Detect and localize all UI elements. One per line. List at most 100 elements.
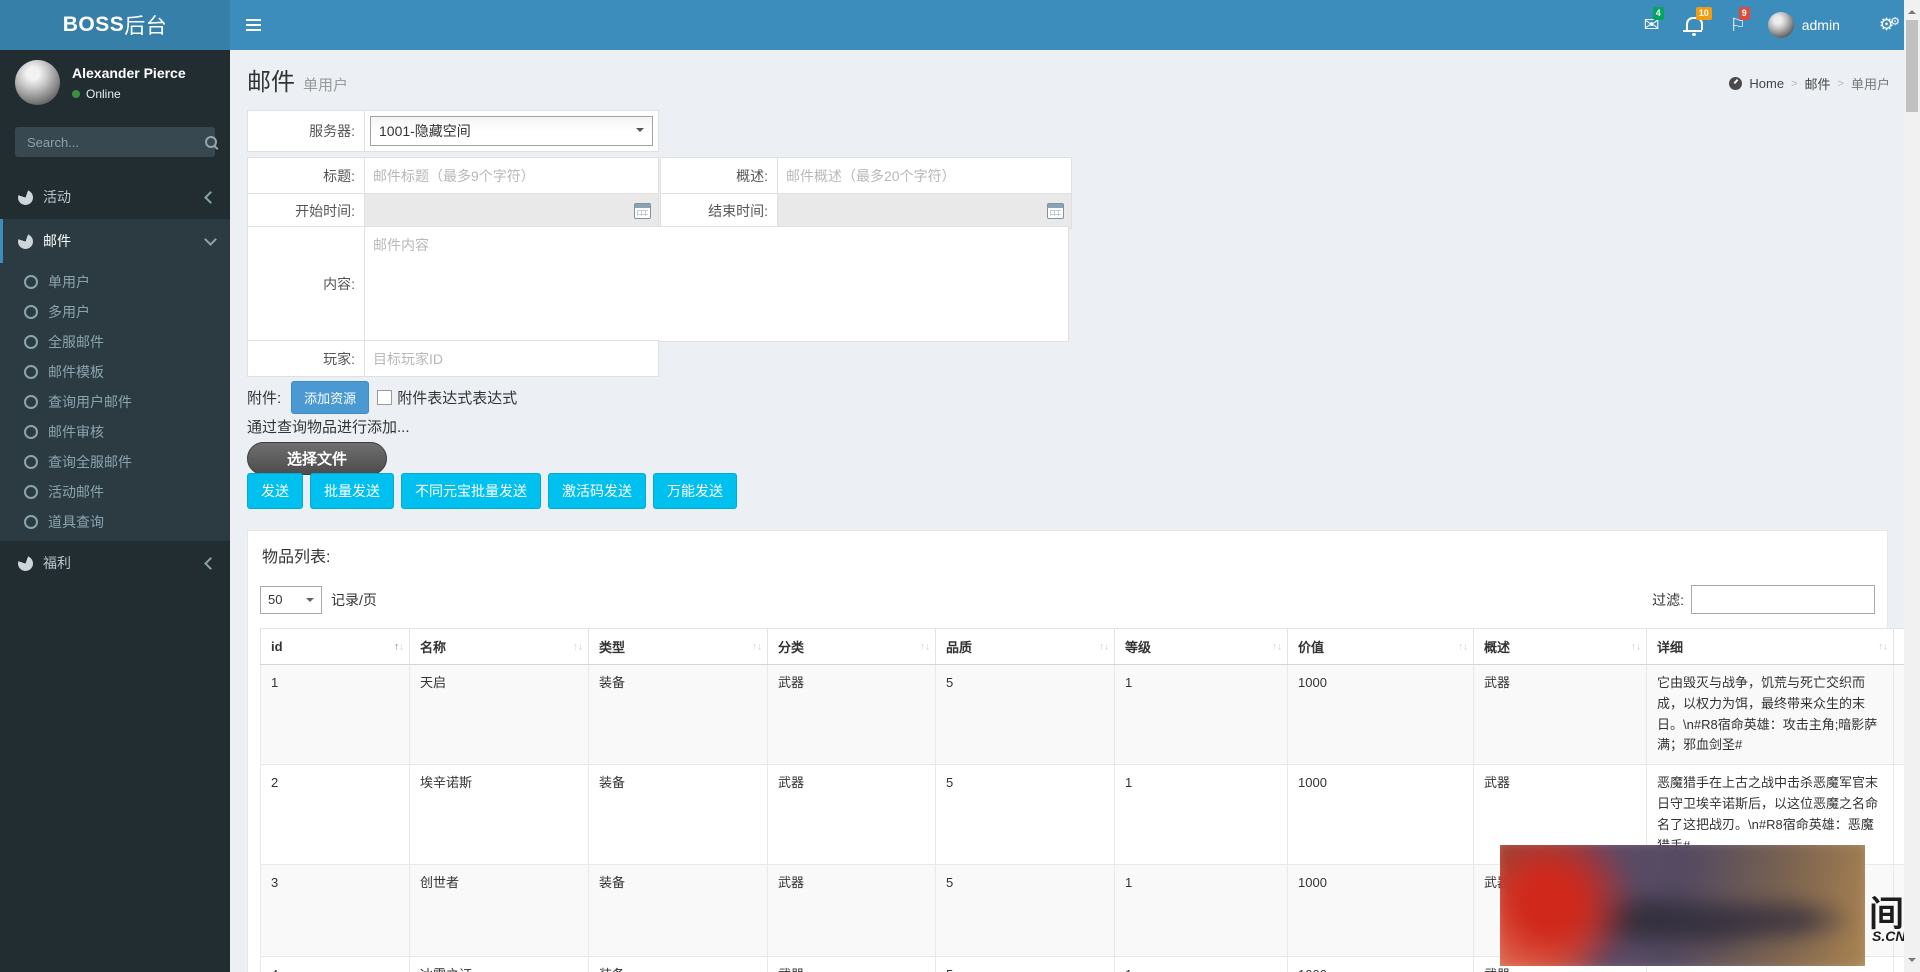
sidebar-search-input[interactable] [25, 134, 205, 151]
watermark-image [1500, 845, 1865, 966]
end-time-input[interactable] [778, 194, 1071, 228]
sort-icon: ↑↓ [394, 641, 404, 652]
filter-input[interactable] [1691, 585, 1875, 614]
pie-chart-icon [18, 234, 33, 249]
mail-summary-input[interactable] [778, 158, 1071, 193]
sort-icon: ↑↓ [573, 641, 583, 652]
notifications-badge: 10 [1696, 7, 1712, 20]
app-window: BOSS后台 ✉ 4 10 ⚐ 9 admin ⚙⚙ [0, 0, 1920, 972]
settings-button[interactable]: ⚙⚙ [1879, 15, 1896, 35]
messages-menu[interactable]: ✉ 4 [1639, 0, 1665, 50]
column-header[interactable]: 名称 ↑↓ [410, 629, 589, 665]
tasks-menu[interactable]: ⚐ 9 [1725, 0, 1751, 50]
online-dot-icon [72, 90, 80, 98]
summary-label: 概述: [661, 158, 778, 194]
cell-type: 装备 [589, 957, 768, 972]
cell-type: 装备 [589, 665, 768, 765]
mail-submenu-item[interactable]: 邮件模板 [0, 357, 230, 387]
cell-category: 武器 [768, 665, 936, 765]
sidebar-item-activity[interactable]: 活动 [0, 175, 230, 219]
mail-submenu-item[interactable]: 活动邮件 [0, 477, 230, 507]
calendar-icon[interactable] [1047, 203, 1064, 219]
scrollbar-down-arrow[interactable] [1908, 958, 1916, 966]
breadcrumb-current: 单用户 [1851, 74, 1890, 93]
send-button[interactable]: 批量发送 [310, 473, 394, 509]
breadcrumb-home-link[interactable]: Home [1749, 76, 1784, 91]
cell-quality: 5 [936, 665, 1115, 765]
page-scrollbar[interactable] [1904, 0, 1920, 972]
column-header[interactable]: 等级 ↑↓ [1115, 629, 1288, 665]
mail-submenu-item[interactable]: 多用户 [0, 297, 230, 327]
column-header[interactable]: 分类 ↑↓ [768, 629, 936, 665]
attachment-checkbox-label: 附件表达式表达式 [397, 387, 517, 408]
column-header[interactable]: 类型 ↑↓ [589, 629, 768, 665]
sidebar-item-mail[interactable]: 邮件 [0, 219, 230, 263]
scrollbar-up-arrow[interactable] [1908, 6, 1916, 14]
choose-file-button[interactable]: 选择文件 [247, 442, 387, 475]
mail-submenu: 单用户 多用户 全服邮件 邮件模板 [0, 263, 230, 541]
column-header[interactable]: 操作 ↑↓ [1894, 629, 1905, 665]
cell-detail: 它由毁灭与战争，饥荒与死亡交织而成，以权力为饵，最终带来众生的末日。\n#R8宿… [1647, 665, 1894, 765]
mail-title-input[interactable] [365, 158, 658, 193]
circle-o-icon [24, 515, 38, 529]
cell-level: 1 [1115, 865, 1288, 957]
mail-submenu-item[interactable]: 全服邮件 [0, 327, 230, 357]
mail-submenu-item[interactable]: 道具查询 [0, 507, 230, 537]
send-button[interactable]: 万能发送 [653, 473, 737, 509]
cell-category: 武器 [768, 865, 936, 957]
page-header: 邮件 单用户 [247, 62, 348, 97]
scrollbar-thumb[interactable] [1906, 20, 1918, 112]
attachment-expression-checkbox[interactable] [377, 390, 392, 405]
sidebar-user-status[interactable]: Online [72, 87, 186, 101]
mail-submenu-item[interactable]: 查询用户邮件 [0, 387, 230, 417]
cell-name: 冰霜之证 [410, 957, 589, 972]
page-title: 邮件 [247, 62, 295, 97]
circle-o-icon [24, 335, 38, 349]
send-button[interactable]: 不同元宝批量发送 [401, 473, 541, 509]
column-header[interactable]: 价值 ↑↓ [1288, 629, 1474, 665]
sidebar: Alexander Pierce Online 活动 邮件 [0, 50, 230, 972]
mail-submenu-item[interactable]: 单用户 [0, 267, 230, 297]
mail-submenu-item[interactable]: 查询全服邮件 [0, 447, 230, 477]
player-label: 玩家: [248, 341, 365, 377]
sidebar-search [15, 127, 215, 157]
cell-category: 武器 [768, 765, 936, 865]
mail-submenu-item[interactable]: 邮件审核 [0, 417, 230, 447]
user-menu[interactable]: admin [1768, 0, 1840, 50]
column-header[interactable]: 品质 ↑↓ [936, 629, 1115, 665]
sidebar-item-welfare[interactable]: 福利 [0, 541, 230, 585]
mail-content-textarea[interactable] [365, 227, 1068, 341]
player-id-input[interactable] [365, 341, 658, 376]
column-header[interactable]: 概述 ↑↓ [1474, 629, 1647, 665]
send-button[interactable]: 激活码发送 [548, 473, 646, 509]
cell-value: 1000 [1288, 665, 1474, 765]
circle-o-icon [24, 275, 38, 289]
logo-text-bold: BOSS [63, 13, 125, 37]
sort-icon: ↑↓ [920, 641, 930, 652]
start-time-input[interactable] [365, 194, 658, 228]
search-icon[interactable] [205, 136, 217, 148]
sort-icon: ↑↓ [1272, 641, 1282, 652]
cell-level: 1 [1115, 957, 1288, 972]
add-resource-button[interactable]: 添加资源 [291, 381, 369, 414]
column-header[interactable]: 详细 ↑↓ [1647, 629, 1894, 665]
send-button[interactable]: 发送 [247, 473, 303, 509]
cell-summary: 武器 [1474, 665, 1647, 765]
cell-type: 装备 [589, 865, 768, 957]
tasks-badge: 9 [1739, 7, 1750, 20]
cell-category: 武器 [768, 957, 936, 972]
player-row: 玩家: [247, 340, 659, 377]
chevron-left-icon [204, 557, 217, 570]
app-logo[interactable]: BOSS后台 [0, 0, 230, 50]
sort-icon: ↑↓ [1878, 641, 1888, 652]
calendar-icon[interactable] [634, 203, 651, 219]
sidebar-toggle-button[interactable] [230, 0, 276, 50]
circle-o-icon [24, 305, 38, 319]
page-size-select[interactable]: 50 [260, 586, 322, 614]
column-header[interactable]: id ↑↓ [261, 629, 410, 665]
server-select[interactable]: 1001-隐藏空间 [370, 116, 653, 146]
notifications-menu[interactable]: 10 [1682, 0, 1708, 50]
items-panel-title: 物品列表: [262, 543, 1875, 567]
breadcrumb-section-link[interactable]: 邮件 [1805, 74, 1831, 93]
top-navbar: ✉ 4 10 ⚐ 9 admin ⚙⚙ [230, 0, 1920, 50]
